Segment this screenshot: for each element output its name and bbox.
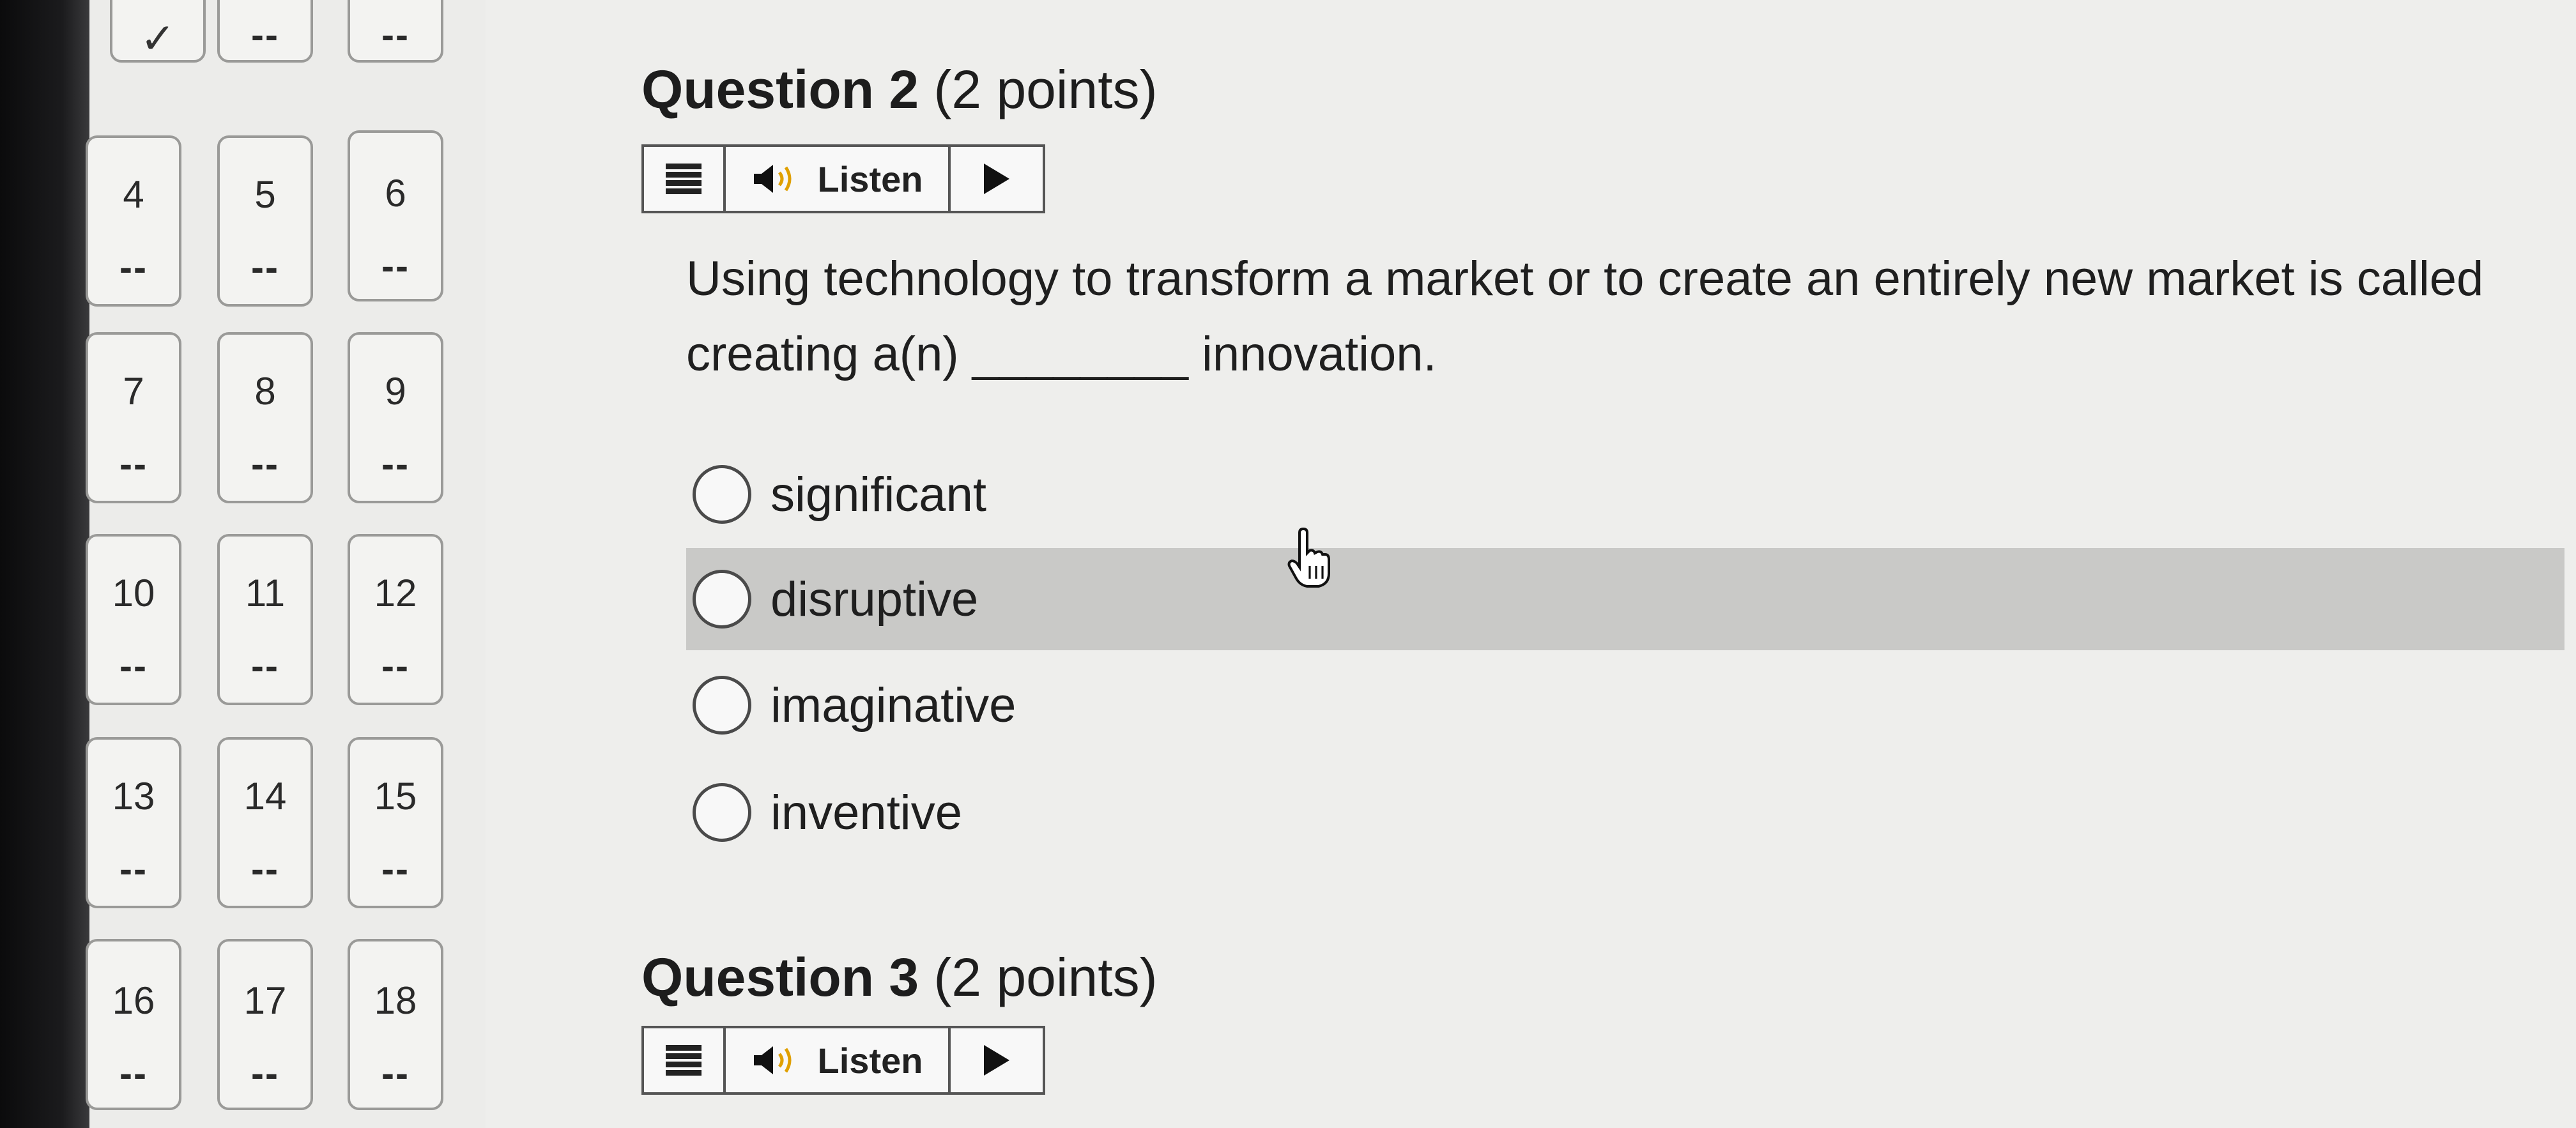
nav-tile-number: 7 bbox=[123, 370, 144, 413]
nav-tile-number: 10 bbox=[112, 572, 155, 614]
option-label: imaginative bbox=[770, 678, 1016, 733]
nav-tile-13[interactable]: 13 -- bbox=[86, 737, 181, 908]
radio-button[interactable] bbox=[693, 783, 751, 842]
question-3-title: Question 3 (2 points) bbox=[641, 947, 1158, 1009]
speaker-icon bbox=[753, 165, 792, 193]
nav-tile-8[interactable]: 8 -- bbox=[217, 332, 313, 503]
radio-button[interactable] bbox=[693, 676, 751, 735]
radio-button[interactable] bbox=[693, 465, 751, 524]
nav-tile-status: -- bbox=[119, 443, 148, 485]
nav-tile-5[interactable]: 5 -- bbox=[217, 135, 313, 307]
nav-tile-status: -- bbox=[251, 246, 279, 289]
question-3-listen-bar: Listen bbox=[641, 1026, 1045, 1095]
nav-tile-12[interactable]: 12 -- bbox=[348, 534, 443, 705]
nav-tile-6[interactable]: 6 -- bbox=[348, 130, 443, 301]
option-label: disruptive bbox=[770, 572, 979, 627]
nav-tile-status: -- bbox=[381, 443, 410, 485]
play-icon bbox=[984, 164, 1009, 194]
listen-label: Listen bbox=[817, 1040, 923, 1081]
hand-pointer-icon bbox=[1287, 528, 1330, 588]
listen-menu-button[interactable] bbox=[644, 1028, 726, 1092]
option-label: inventive bbox=[770, 785, 962, 840]
nav-tile-1[interactable]: ✓ bbox=[110, 0, 206, 63]
option-imaginative[interactable]: imaginative bbox=[686, 654, 1016, 756]
nav-tile-status: -- bbox=[119, 848, 148, 890]
listen-button[interactable]: Listen bbox=[726, 147, 951, 211]
nav-tile-number: 18 bbox=[374, 979, 417, 1022]
option-significant[interactable]: significant bbox=[686, 443, 986, 545]
nav-tile-number: 16 bbox=[112, 979, 155, 1022]
nav-tile-status: -- bbox=[251, 443, 279, 485]
question-2-points: (2 points) bbox=[933, 59, 1158, 119]
nav-tile-status: -- bbox=[381, 245, 410, 287]
nav-tile-7[interactable]: 7 -- bbox=[86, 332, 181, 503]
nav-tile-10[interactable]: 10 -- bbox=[86, 534, 181, 705]
nav-tile-16[interactable]: 16 -- bbox=[86, 939, 181, 1110]
question-2-prompt: Using technology to transform a market o… bbox=[686, 252, 2484, 381]
play-icon bbox=[984, 1045, 1009, 1076]
nav-tile-number: 13 bbox=[112, 775, 155, 818]
nav-tile-3[interactable]: -- bbox=[348, 0, 443, 63]
nav-tile-status: -- bbox=[119, 644, 148, 687]
nav-tile-number: 12 bbox=[374, 572, 417, 614]
nav-tile-2[interactable]: -- bbox=[217, 0, 313, 63]
menu-icon bbox=[666, 1045, 702, 1076]
nav-tile-number: 11 bbox=[245, 572, 286, 614]
nav-tile-status: -- bbox=[251, 1052, 279, 1095]
nav-tile-15[interactable]: 15 -- bbox=[348, 737, 443, 908]
question-navigation-panel: ✓ -- -- 4 -- 5 -- 6 -- 7 -- 8 -- 9 -- 10… bbox=[86, 0, 486, 1128]
menu-icon bbox=[666, 164, 702, 194]
play-button[interactable] bbox=[951, 1028, 1043, 1092]
nav-tile-18[interactable]: 18 -- bbox=[348, 939, 443, 1110]
nav-tile-number: 4 bbox=[123, 173, 144, 216]
speaker-icon bbox=[753, 1046, 792, 1074]
nav-tile-number: 17 bbox=[243, 979, 287, 1022]
nav-tile-number: 9 bbox=[385, 370, 406, 413]
screen-bezel bbox=[0, 0, 89, 1128]
nav-tile-status: -- bbox=[381, 848, 410, 890]
listen-label: Listen bbox=[817, 158, 923, 199]
nav-tile-14[interactable]: 14 -- bbox=[217, 737, 313, 908]
nav-tile-9[interactable]: 9 -- bbox=[348, 332, 443, 503]
nav-tile-status: -- bbox=[119, 246, 148, 289]
question-2-title-main: Question 2 bbox=[641, 59, 919, 119]
option-disruptive[interactable]: disruptive bbox=[686, 548, 2564, 650]
nav-tile-status: -- bbox=[381, 13, 410, 56]
nav-tile-status: -- bbox=[251, 644, 279, 687]
question-2-listen-bar: Listen bbox=[641, 144, 1045, 213]
option-label: significant bbox=[770, 467, 986, 522]
nav-tile-number: 8 bbox=[254, 370, 276, 413]
nav-tile-status: -- bbox=[251, 13, 279, 56]
nav-tile-number: 5 bbox=[254, 173, 276, 216]
nav-tile-status: -- bbox=[119, 1052, 148, 1095]
nav-tile-number: 14 bbox=[243, 775, 287, 818]
nav-tile-17[interactable]: 17 -- bbox=[217, 939, 313, 1110]
question-3-title-main: Question 3 bbox=[641, 947, 919, 1007]
question-3-points: (2 points) bbox=[933, 947, 1158, 1007]
nav-tile-status: -- bbox=[381, 644, 410, 687]
nav-tile-number: 6 bbox=[385, 172, 406, 215]
nav-tile-status: -- bbox=[251, 848, 279, 890]
question-2-title: Question 2 (2 points) bbox=[641, 59, 1158, 121]
nav-tile-11[interactable]: 11 -- bbox=[217, 534, 313, 705]
radio-button[interactable] bbox=[693, 570, 751, 629]
nav-tile-number: 15 bbox=[374, 775, 417, 818]
play-button[interactable] bbox=[951, 147, 1043, 211]
option-inventive[interactable]: inventive bbox=[686, 761, 962, 864]
nav-tile-4[interactable]: 4 -- bbox=[86, 135, 181, 307]
nav-tile-status: -- bbox=[381, 1052, 410, 1095]
listen-menu-button[interactable] bbox=[644, 147, 726, 211]
listen-button[interactable]: Listen bbox=[726, 1028, 951, 1092]
check-icon: ✓ bbox=[140, 15, 176, 62]
